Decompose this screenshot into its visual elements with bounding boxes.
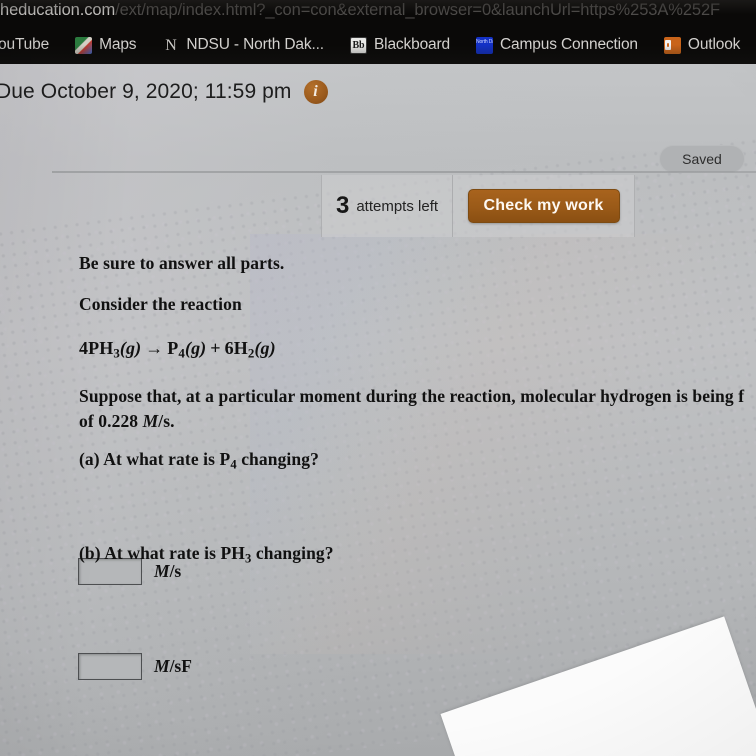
equation-reactant-formula: PH: [88, 338, 114, 358]
statement-rate-unit-italic: M: [142, 410, 159, 431]
check-my-work-button[interactable]: Check my work: [467, 189, 620, 223]
equation-product1-subscript: 4: [178, 345, 185, 361]
bookmark-blackboard[interactable]: Bb Blackboard: [349, 36, 451, 54]
url-host-text: heducation.com: [0, 1, 116, 19]
attempts-toolbar: 3 attempts left Check my work: [321, 175, 635, 237]
attempts-count: 3: [335, 192, 350, 219]
part-a-prompt-prefix: (a) At what rate is P: [79, 449, 231, 469]
chemical-equation: 4PH3(g) → P4(g) +6H2(g): [79, 338, 276, 362]
equation-product2-coefficient: 6: [224, 338, 234, 358]
equation-plus: +: [210, 338, 221, 358]
campus-connection-icon: North Dakota: [476, 36, 494, 54]
equation-product1-formula: P: [167, 338, 179, 358]
bookmark-campus-connection-label: Campus Connection: [500, 36, 638, 53]
part-b-prompt-prefix: (b) At what rate is PH: [79, 543, 245, 563]
attempts-left-group: 3 attempts left: [322, 175, 453, 237]
part-b-answer-input[interactable]: [78, 653, 142, 680]
browser-chrome: heducation.com/ext/map/index.html?_con=c…: [0, 0, 756, 64]
equation-arrow: →: [145, 338, 164, 358]
attempts-left-label: attempts left: [356, 197, 439, 215]
equation-reactant-state: (g): [119, 338, 142, 358]
check-work-cell: Check my work: [453, 189, 634, 223]
statement-line-2-prefix: of: [79, 410, 99, 431]
part-a-prompt-suffix: changing?: [236, 449, 319, 469]
part-b-unit-rest: /sF: [169, 656, 192, 676]
bookmark-campus-connection[interactable]: North Dakota Campus Connection: [476, 36, 638, 54]
equation-product2-formula: H: [233, 338, 248, 358]
bookmark-outlook-label: Outlook: [687, 36, 741, 53]
due-date-text: Due October 9, 2020; 11:59 pm: [0, 80, 292, 103]
statement-rate-unit-rest: /s.: [158, 410, 175, 431]
address-bar[interactable]: heducation.com/ext/map/index.html?_con=c…: [0, 0, 756, 22]
statement-line-1: Suppose that, at a particular moment dur…: [79, 386, 745, 406]
url-path-text: /ext/map/index.html?_con=con&external_br…: [115, 1, 721, 19]
panel-divider: [52, 171, 756, 173]
bookmark-maps-label: Maps: [99, 36, 137, 53]
bookmark-ndsu-label: NDSU - North Dak...: [186, 36, 324, 53]
part-b-prompt: (b) At what rate is PH3 changing?: [79, 543, 334, 567]
bookmark-youtube[interactable]: ouTube: [0, 36, 49, 54]
equation-reactant-subscript: 3: [113, 345, 120, 361]
bookmark-outlook[interactable]: Outlook: [663, 36, 741, 54]
part-b-prompt-suffix: changing?: [251, 543, 334, 563]
equation-product2-state: (g): [254, 338, 276, 358]
question-statement: Suppose that, at a particular moment dur…: [79, 384, 756, 434]
statement-rate-value: 0.228: [98, 410, 139, 431]
blackboard-icon: Bb: [349, 36, 367, 54]
ndsu-icon: N: [165, 36, 177, 54]
screenshot-root: heducation.com/ext/map/index.html?_con=c…: [0, 0, 756, 756]
bookmark-youtube-label: ouTube: [0, 36, 50, 53]
info-icon[interactable]: i: [303, 80, 328, 104]
bookmark-maps[interactable]: Maps: [75, 36, 137, 54]
bookmark-blackboard-label: Blackboard: [373, 36, 451, 53]
answer-all-parts-instruction: Be sure to answer all parts.: [79, 253, 285, 273]
equation-reactant-coefficient: 4: [79, 338, 89, 358]
part-b-unit-italic: M: [154, 656, 170, 676]
status-badge-saved: Saved: [659, 145, 745, 173]
consider-reaction-label: Consider the reaction: [79, 294, 242, 314]
due-date-row: Due October 9, 2020; 11:59 pm i: [0, 80, 328, 104]
outlook-icon: [663, 36, 681, 54]
part-b-unit: M/sF: [154, 656, 192, 677]
part-b-answer-row: M/sF: [78, 653, 192, 680]
maps-icon: [75, 36, 93, 54]
part-a-prompt: (a) At what rate is P4 changing?: [79, 449, 319, 473]
bookmarks-bar: ouTube Maps N NDSU - North Dak... Bb Bla…: [0, 29, 756, 61]
equation-product1-state: (g): [184, 338, 207, 358]
bookmark-ndsu[interactable]: N NDSU - North Dak...: [162, 36, 324, 54]
